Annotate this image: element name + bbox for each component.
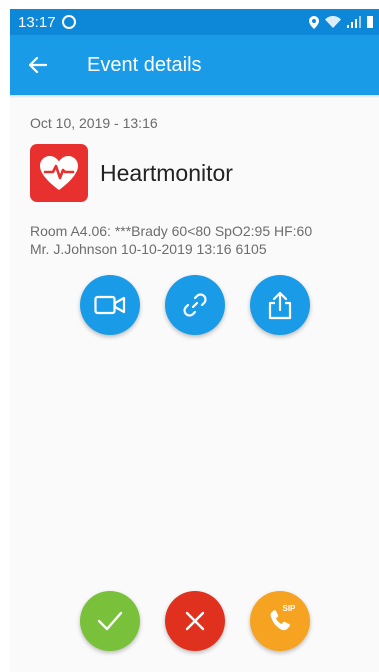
message-line-2: Mr. J.Johnson 10-10-2019 13:16 6105 bbox=[30, 241, 267, 257]
app-name: Heartmonitor bbox=[100, 159, 233, 186]
accept-button[interactable] bbox=[79, 591, 140, 651]
status-time: 13:17 bbox=[18, 13, 56, 31]
message-line-1: Room A4.06: ***Brady 60<80 SpO2:95 HF:60 bbox=[30, 223, 313, 239]
status-icons bbox=[309, 15, 373, 29]
wifi-icon bbox=[325, 16, 341, 28]
app-bar-shadow bbox=[10, 95, 379, 98]
signal-icon bbox=[347, 16, 361, 28]
back-button[interactable] bbox=[10, 35, 66, 95]
event-message: Room A4.06: ***Brady 60<80 SpO2:95 HF:60… bbox=[30, 222, 359, 258]
link-icon bbox=[182, 293, 207, 317]
video-call-button[interactable] bbox=[79, 275, 140, 335]
checkmark-icon bbox=[97, 611, 122, 631]
back-arrow-icon bbox=[29, 57, 47, 73]
event-source: Heartmonitor bbox=[30, 144, 359, 202]
link-button[interactable] bbox=[164, 275, 225, 335]
battery-icon bbox=[367, 16, 373, 28]
video-camera-icon bbox=[93, 295, 125, 315]
page-title: Event details bbox=[87, 53, 202, 76]
response-action-row: SIP bbox=[10, 591, 379, 651]
reject-button[interactable] bbox=[164, 591, 225, 651]
event-action-row bbox=[10, 275, 379, 335]
event-date: Oct 10, 2019 - 13:16 bbox=[30, 115, 158, 131]
location-icon bbox=[309, 15, 319, 29]
close-icon bbox=[185, 611, 204, 631]
phone-screen: 13:17 Event details Oct 10, 2019 - 13:16… bbox=[10, 9, 379, 672]
event-details: Oct 10, 2019 - 13:16 Heartmonitor Room A… bbox=[10, 115, 379, 258]
heartmonitor-app-icon bbox=[30, 144, 88, 202]
status-bar: 13:17 bbox=[10, 9, 379, 35]
sync-icon bbox=[61, 15, 76, 29]
share-icon bbox=[268, 291, 291, 320]
app-bar: Event details bbox=[10, 35, 379, 95]
share-button[interactable] bbox=[249, 275, 310, 335]
sip-call-button[interactable]: SIP bbox=[249, 591, 310, 651]
heart-pulse-icon bbox=[40, 156, 78, 190]
sip-label: SIP bbox=[282, 604, 296, 613]
